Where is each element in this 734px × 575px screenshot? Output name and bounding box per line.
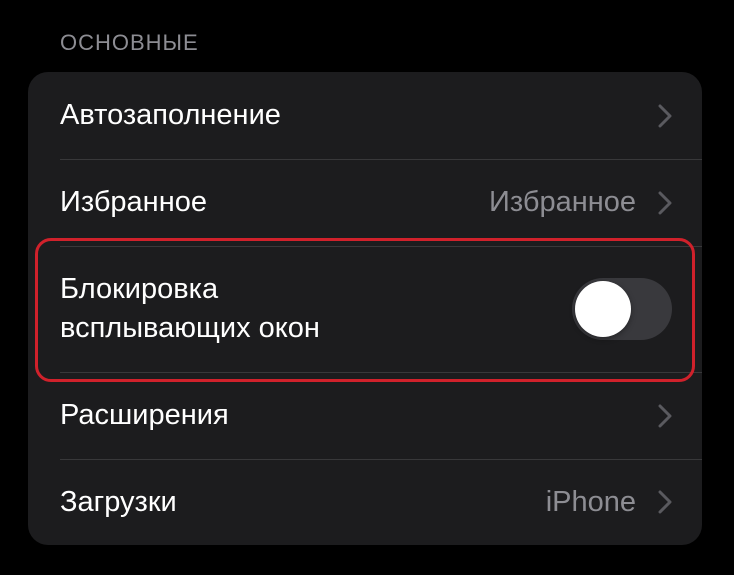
autofill-row[interactable]: Автозаполнение: [28, 72, 702, 159]
settings-group: Автозаполнение Избранное Избранное Блоки…: [28, 72, 702, 545]
favorites-value: Избранное: [489, 186, 636, 218]
downloads-row[interactable]: Загрузки iPhone: [28, 459, 702, 545]
block-popups-label: Блокировка всплывающих окон: [60, 270, 572, 348]
section-header: ОСНОВНЫЕ: [60, 30, 199, 55]
chevron-right-icon: [658, 490, 672, 514]
settings-page: ОСНОВНЫЕ Автозаполнение Избранное Избран…: [0, 0, 734, 575]
chevron-right-icon: [658, 104, 672, 127]
toggle-knob: [575, 281, 631, 337]
autofill-label: Автозаполнение: [60, 99, 281, 131]
chevron-right-icon: [658, 191, 672, 214]
block-popups-row: Блокировка всплывающих окон: [28, 246, 702, 372]
extensions-row[interactable]: Расширения: [28, 372, 702, 459]
extensions-label: Расширения: [60, 399, 229, 431]
block-popups-label-line2: всплывающих окон: [60, 312, 320, 344]
chevron-right-icon: [658, 404, 672, 427]
downloads-label: Загрузки: [60, 485, 177, 518]
favorites-label: Избранное: [60, 186, 207, 218]
block-popups-label-line1: Блокировка: [60, 273, 219, 305]
downloads-value: iPhone: [545, 485, 636, 518]
favorites-row[interactable]: Избранное Избранное: [28, 159, 702, 246]
block-popups-toggle[interactable]: [572, 278, 672, 340]
